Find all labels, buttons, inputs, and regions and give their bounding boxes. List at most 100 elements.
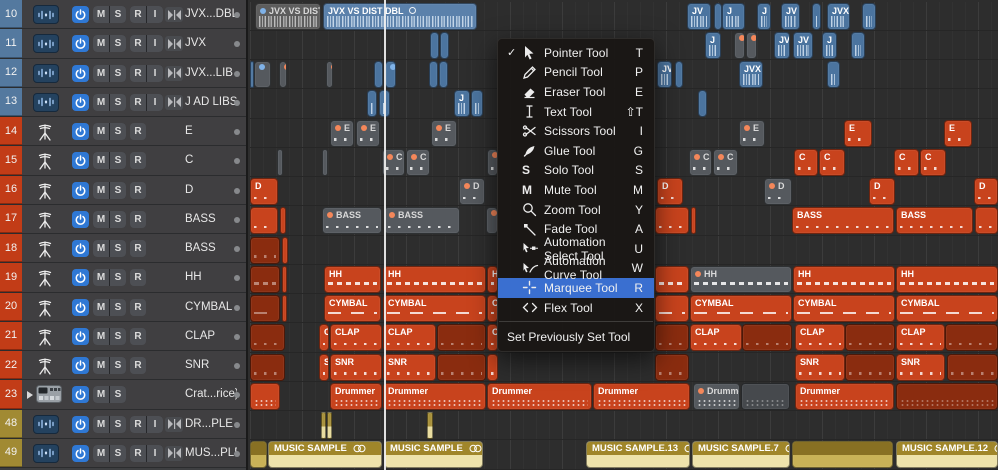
menu-item-set-previously-set-tool[interactable]: Set Previously Set Tool xyxy=(498,326,654,347)
power-button[interactable] xyxy=(72,240,89,257)
record-enable-button[interactable]: R xyxy=(130,211,146,228)
solo-button[interactable]: S xyxy=(110,299,126,316)
track-header-row[interactable]: 18MSRBASS xyxy=(0,234,246,263)
region-clip-cymbal[interactable]: CYMBAL xyxy=(896,295,998,322)
region-clip-clap[interactable]: CLAP xyxy=(330,324,382,351)
flex-icon[interactable] xyxy=(165,417,183,432)
region-clip-drummer[interactable]: Drummer xyxy=(593,383,690,410)
track-header-row[interactable]: 21MSRCLAP xyxy=(0,322,246,351)
region-clip-cymbal[interactable]: CYMBAL xyxy=(690,295,792,322)
region-clip[interactable] xyxy=(975,207,998,234)
region-clip[interactable] xyxy=(655,324,689,351)
track-header-row[interactable]: 49MSRIMUS...PLE xyxy=(0,439,246,468)
menu-item-pointer-tool[interactable]: ✓Pointer ToolT xyxy=(498,43,654,63)
flex-icon[interactable] xyxy=(165,7,183,22)
record-enable-button[interactable]: R xyxy=(130,269,146,286)
region-clip[interactable] xyxy=(845,354,895,381)
region-clip-d[interactable]: D xyxy=(974,178,998,205)
region-clip-music-sample-12[interactable]: MUSIC SAMPLE.12 xyxy=(896,441,998,468)
region-clip-j[interactable]: J xyxy=(705,32,721,59)
power-button[interactable] xyxy=(72,386,89,403)
solo-button[interactable]: S xyxy=(110,445,126,462)
track-name[interactable]: BASS xyxy=(185,205,237,233)
timeline-track-lane[interactable] xyxy=(250,411,998,440)
track-header-row[interactable]: 12MSRIJVX...LIB 1 xyxy=(0,59,246,88)
mute-button[interactable]: M xyxy=(93,299,109,316)
solo-button[interactable]: S xyxy=(110,240,126,257)
region-clip-music-sample-13[interactable]: MUSIC SAMPLE.13 xyxy=(586,441,690,468)
region-clip[interactable] xyxy=(250,266,280,293)
region-clip[interactable] xyxy=(250,441,267,468)
track-name[interactable]: SNR xyxy=(185,351,237,379)
timeline-track-lane[interactable]: JVX VS DISTJVX VS DIST DBLJVJJJVJVX xyxy=(250,2,998,31)
region-clip-j[interactable]: J xyxy=(822,32,837,59)
region-clip[interactable] xyxy=(326,61,333,88)
region-clip[interactable] xyxy=(734,32,745,59)
mute-button[interactable]: M xyxy=(93,211,109,228)
region-clip-hh[interactable]: HH xyxy=(793,266,895,293)
track-header-row[interactable]: 23MSCrat...rice) xyxy=(0,380,246,409)
flex-icon[interactable] xyxy=(165,66,183,81)
menu-item-solo-tool[interactable]: SSolo ToolS xyxy=(498,161,654,181)
track-header-row[interactable]: 20MSRCYMBAL xyxy=(0,293,246,322)
region-clip-jvx-vs-dist-dbl[interactable]: JVX VS DIST DBL xyxy=(323,3,477,30)
region-clip-d[interactable]: D xyxy=(764,178,792,205)
mute-button[interactable]: M xyxy=(93,65,109,82)
region-clip[interactable] xyxy=(698,90,707,117)
menu-item-zoom-tool[interactable]: Zoom ToolY xyxy=(498,200,654,220)
region-clip[interactable] xyxy=(282,295,287,322)
solo-button[interactable]: S xyxy=(110,386,126,403)
power-button[interactable] xyxy=(72,445,89,462)
region-clip[interactable] xyxy=(321,412,326,439)
track-name[interactable]: BASS xyxy=(185,234,237,262)
region-clip[interactable] xyxy=(655,295,689,322)
track-header-row[interactable]: 19MSRHH xyxy=(0,263,246,292)
region-clip-drummer[interactable]: Drummer xyxy=(383,383,486,410)
solo-button[interactable]: S xyxy=(110,357,126,374)
track-name[interactable]: CYMBAL xyxy=(185,293,237,321)
region-clip-e[interactable]: E xyxy=(431,120,457,147)
region-clip[interactable] xyxy=(367,90,377,117)
record-enable-button[interactable]: R xyxy=(130,65,146,82)
track-header-row[interactable]: 11MSRIJVX xyxy=(0,29,246,58)
menu-item-mute-tool[interactable]: MMute ToolM xyxy=(498,180,654,200)
region-clip[interactable] xyxy=(792,441,893,468)
record-enable-button[interactable]: R xyxy=(130,6,146,23)
menu-item-scissors-tool[interactable]: Scissors ToolI xyxy=(498,121,654,141)
power-button[interactable] xyxy=(72,65,89,82)
region-clip[interactable] xyxy=(327,412,332,439)
menu-item-marquee-tool[interactable]: Marquee ToolR xyxy=(498,278,654,298)
region-clip[interactable] xyxy=(655,354,689,381)
power-button[interactable] xyxy=(72,94,89,111)
solo-button[interactable]: S xyxy=(110,416,126,433)
mute-button[interactable]: M xyxy=(93,182,109,199)
flex-icon[interactable] xyxy=(165,95,183,110)
record-enable-button[interactable]: R xyxy=(130,152,146,169)
region-clip[interactable] xyxy=(827,61,840,88)
mute-button[interactable]: M xyxy=(93,269,109,286)
region-clip-snr[interactable]: SNR xyxy=(330,354,382,381)
region-clip-clap[interactable]: CLAP xyxy=(896,324,945,351)
region-clip[interactable] xyxy=(385,61,396,88)
region-clip-j[interactable]: J xyxy=(757,3,771,30)
region-clip-drummer[interactable]: Drummer xyxy=(693,383,740,410)
record-enable-button[interactable]: R xyxy=(130,240,146,257)
solo-button[interactable]: S xyxy=(110,211,126,228)
track-name[interactable]: MUS...PLE xyxy=(185,439,237,467)
region-clip-s[interactable]: S xyxy=(319,354,329,381)
power-button[interactable] xyxy=(72,299,89,316)
region-clip-d[interactable]: D xyxy=(657,178,683,205)
region-clip[interactable] xyxy=(746,32,757,59)
mute-button[interactable]: M xyxy=(93,386,109,403)
timeline-track-lane[interactable]: SSNRSNRSNRSNR xyxy=(250,353,998,382)
menu-item-automation-curve-tool[interactable]: Automation Curve ToolW xyxy=(498,259,654,279)
region-clip-music-sample[interactable]: MUSIC SAMPLE xyxy=(268,441,382,468)
region-clip[interactable] xyxy=(250,354,285,381)
region-clip-music-sample[interactable]: MUSIC SAMPLE xyxy=(384,441,483,468)
region-clip-e[interactable]: E xyxy=(356,120,380,147)
timeline-track-lane[interactable]: MUSIC SAMPLEMUSIC SAMPLE MUSIC SAMPLE.13 M… xyxy=(250,440,998,469)
region-clip[interactable] xyxy=(250,324,285,351)
region-clip-hh[interactable]: HH xyxy=(383,266,486,293)
track-header-row[interactable]: 14MSRE xyxy=(0,117,246,146)
flex-icon[interactable] xyxy=(165,36,183,51)
